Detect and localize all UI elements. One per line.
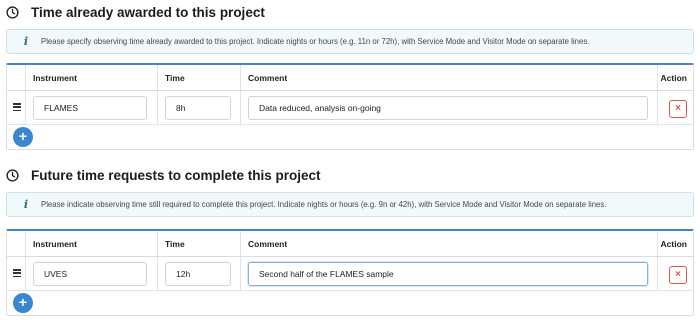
info-icon: i bbox=[23, 198, 29, 211]
section-heading-awarded: Time already awarded to this project bbox=[6, 2, 265, 22]
clock-icon bbox=[6, 5, 19, 19]
table-header: Instrument Time Comment Action bbox=[7, 231, 693, 257]
remove-row-button[interactable]: × bbox=[669, 100, 687, 118]
info-icon: i bbox=[23, 35, 29, 48]
comment-field[interactable]: Data reduced, analysis on-going bbox=[248, 96, 648, 120]
column-header-instrument: Instrument bbox=[33, 239, 77, 249]
table-header: Instrument Time Comment Action bbox=[7, 65, 693, 91]
add-row-button[interactable]: + bbox=[13, 127, 33, 147]
table-row: UVES 12h Second half of the FLAMES sampl… bbox=[7, 257, 693, 291]
column-header-time: Time bbox=[165, 73, 185, 83]
column-header-comment: Comment bbox=[248, 73, 288, 83]
column-header-action: Action bbox=[660, 239, 687, 249]
comment-field[interactable]: Second half of the FLAMES sample bbox=[248, 262, 648, 286]
instrument-field[interactable]: FLAMES bbox=[33, 96, 147, 120]
add-row-button[interactable]: + bbox=[13, 293, 33, 313]
info-text: Please specify observing time already aw… bbox=[41, 37, 590, 46]
column-header-action: Action bbox=[660, 73, 687, 83]
future-time-table: Instrument Time Comment Action UVES 12h … bbox=[6, 229, 694, 316]
table-row: FLAMES 8h Data reduced, analysis on-goin… bbox=[7, 91, 693, 125]
section-title: Future time requests to complete this pr… bbox=[31, 167, 321, 183]
info-box: i Please specify observing time already … bbox=[6, 29, 694, 54]
drag-handle-icon[interactable] bbox=[13, 103, 21, 112]
column-header-instrument: Instrument bbox=[33, 73, 77, 83]
column-header-time: Time bbox=[165, 239, 185, 249]
clock-icon bbox=[6, 168, 19, 182]
info-box: i Please indicate observing time still r… bbox=[6, 192, 694, 217]
time-field[interactable]: 8h bbox=[165, 96, 231, 120]
drag-handle-icon[interactable] bbox=[13, 269, 21, 278]
column-header-comment: Comment bbox=[248, 239, 288, 249]
info-text: Please indicate observing time still req… bbox=[41, 200, 607, 209]
awarded-time-table: Instrument Time Comment Action FLAMES 8h… bbox=[6, 63, 694, 150]
section-heading-future: Future time requests to complete this pr… bbox=[6, 165, 321, 185]
section-title: Time already awarded to this project bbox=[31, 4, 265, 20]
time-field[interactable]: 12h bbox=[165, 262, 231, 286]
remove-row-button[interactable]: × bbox=[669, 266, 687, 284]
instrument-field[interactable]: UVES bbox=[33, 262, 147, 286]
